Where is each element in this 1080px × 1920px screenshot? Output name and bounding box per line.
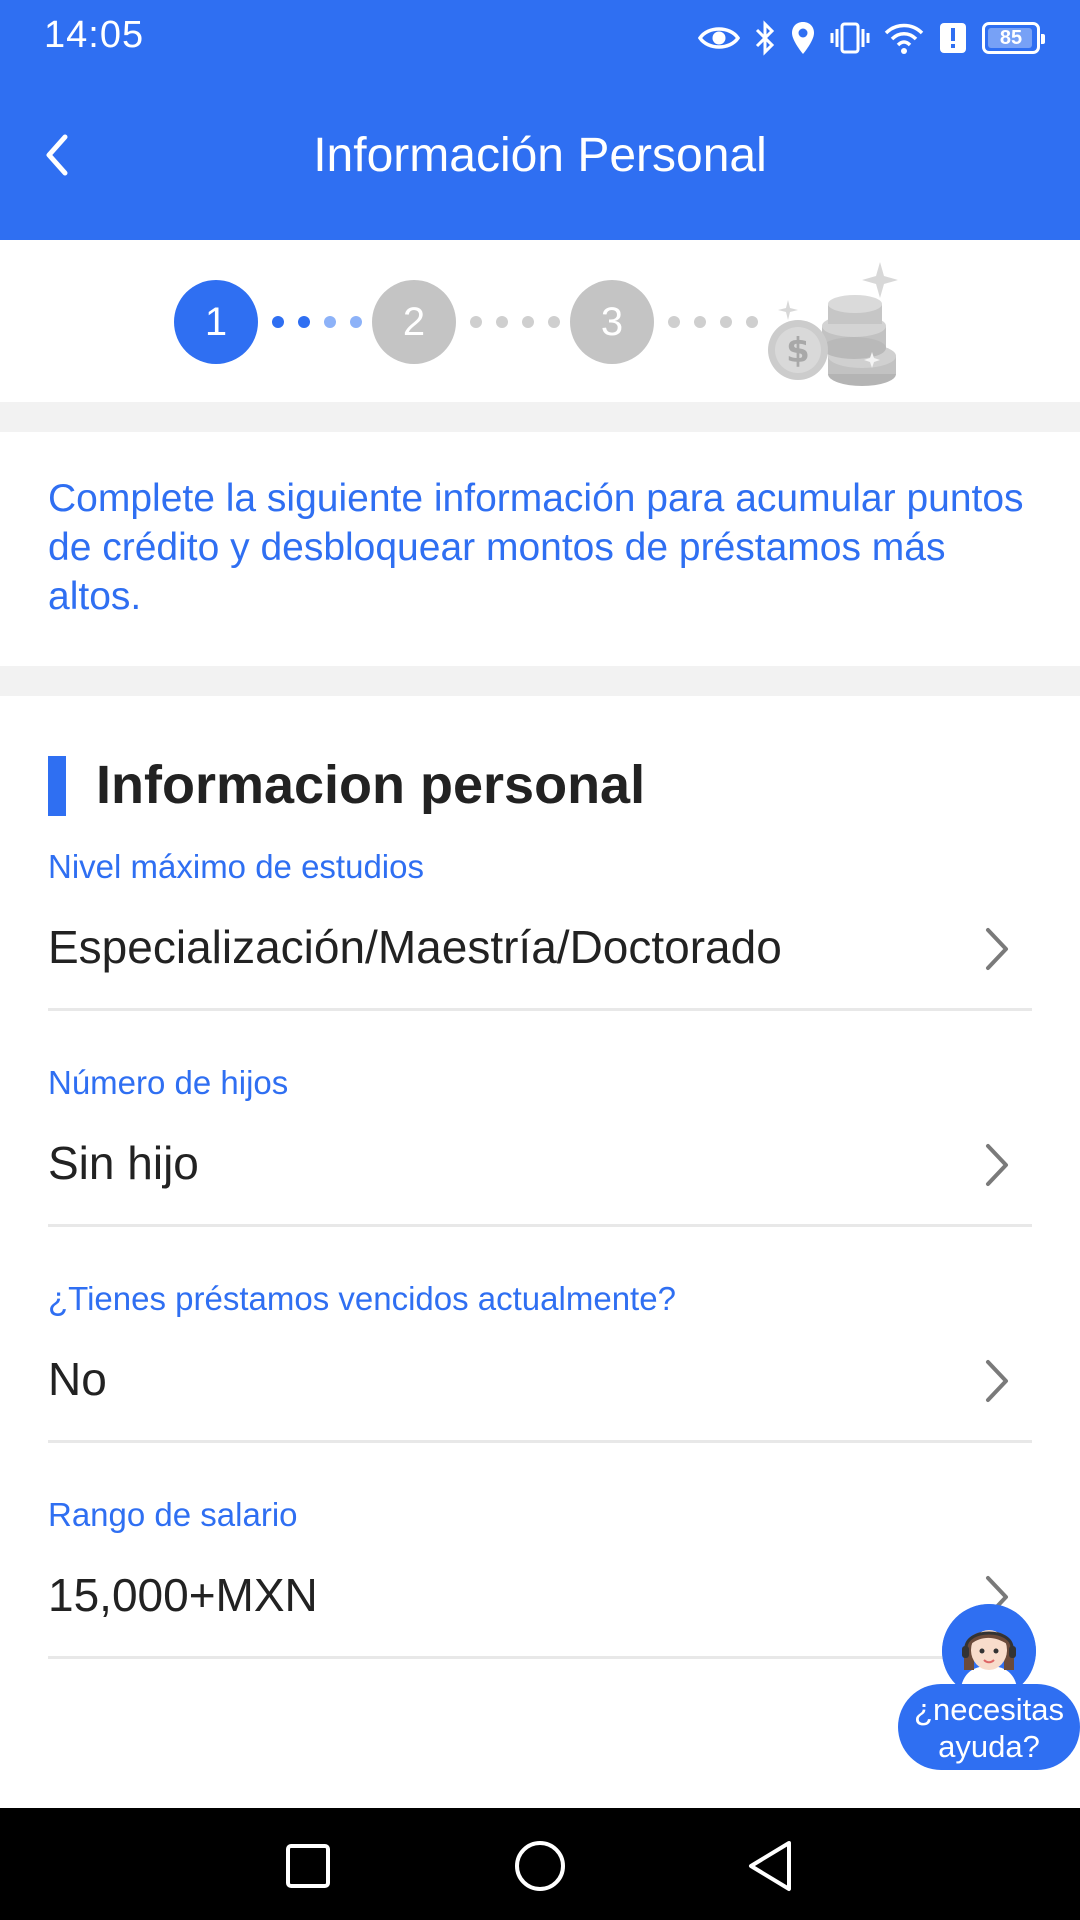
battery-level: 85 bbox=[999, 26, 1023, 49]
svg-text:$: $ bbox=[786, 331, 810, 371]
divider bbox=[48, 1440, 1032, 1443]
page-title: Información Personal bbox=[313, 129, 767, 182]
status-bar: 14:05 85 bbox=[0, 0, 1080, 80]
children-count-field[interactable]: Número de hijos Sin hijo bbox=[48, 1064, 1032, 1264]
help-button[interactable]: ¿necesitas ayuda? bbox=[898, 1604, 1080, 1770]
education-level-field[interactable]: Nivel máximo de estudios Especialización… bbox=[48, 848, 1032, 1048]
field-label: Rango de salario bbox=[48, 1496, 298, 1533]
chevron-right-icon bbox=[986, 928, 1008, 970]
bluetooth-icon bbox=[755, 20, 775, 56]
wifi-icon bbox=[884, 23, 924, 54]
field-value: No bbox=[48, 1353, 107, 1405]
divider bbox=[48, 1656, 1032, 1659]
field-label: Nivel máximo de estudios bbox=[48, 848, 424, 885]
field-value: Sin hijo bbox=[48, 1137, 199, 1189]
section-separator bbox=[0, 666, 1080, 696]
vibrate-icon bbox=[830, 22, 870, 54]
status-time: 14:05 bbox=[44, 14, 145, 56]
app-screen: 14:05 85 Información Personal 1 2 3 $ Co… bbox=[0, 0, 1080, 1920]
divider bbox=[48, 1224, 1032, 1227]
chevron-right-icon bbox=[986, 1360, 1008, 1402]
field-label: ¿Tienes préstamos vencidos actualmente? bbox=[48, 1280, 676, 1317]
step-2-indicator: 2 bbox=[372, 280, 456, 364]
field-label: Número de hijos bbox=[48, 1064, 289, 1101]
status-icons: 85 bbox=[698, 18, 1045, 58]
chevron-right-icon bbox=[986, 1144, 1008, 1186]
intro-text: Complete la siguiente información para a… bbox=[48, 477, 1024, 618]
step-connector bbox=[272, 316, 362, 328]
step-connector bbox=[668, 316, 758, 328]
home-icon bbox=[515, 1841, 565, 1891]
salary-range-field[interactable]: Rango de salario 15,000+MXN bbox=[48, 1496, 1032, 1696]
recent-apps-button[interactable] bbox=[278, 1836, 338, 1896]
coins-icon: $ bbox=[768, 262, 898, 386]
battery-icon: 85 bbox=[982, 22, 1045, 54]
step-3-indicator: 3 bbox=[570, 280, 654, 364]
eye-icon bbox=[698, 27, 740, 49]
field-value: 15,000+MXN bbox=[48, 1569, 318, 1621]
help-label: ¿necesitas ayuda? bbox=[898, 1684, 1080, 1770]
progress-steps: 1 2 3 $ bbox=[0, 240, 1080, 402]
section-separator bbox=[0, 402, 1080, 432]
overdue-loans-field[interactable]: ¿Tienes préstamos vencidos actualmente? … bbox=[48, 1280, 1032, 1480]
section-accent-bar bbox=[48, 756, 66, 816]
home-button[interactable] bbox=[510, 1836, 570, 1896]
header: 14:05 85 Información Personal bbox=[0, 0, 1080, 240]
recent-apps-icon bbox=[286, 1844, 330, 1888]
location-icon bbox=[792, 22, 814, 54]
alert-icon bbox=[940, 23, 966, 53]
step-connector bbox=[470, 316, 560, 328]
system-nav-bar bbox=[0, 1808, 1080, 1920]
section-title: Informacion personal bbox=[96, 755, 646, 815]
field-value: Especialización/Maestría/Doctorado bbox=[48, 921, 782, 973]
step-1-indicator: 1 bbox=[174, 280, 258, 364]
divider bbox=[48, 1008, 1032, 1011]
system-back-button[interactable] bbox=[740, 1836, 800, 1896]
back-icon bbox=[749, 1841, 791, 1891]
